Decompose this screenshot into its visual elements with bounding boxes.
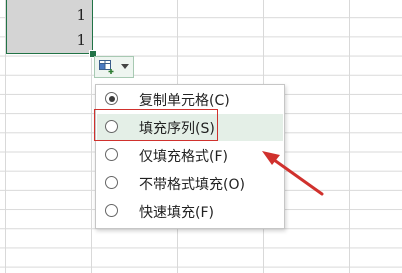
annotation-arrow (262, 151, 324, 196)
